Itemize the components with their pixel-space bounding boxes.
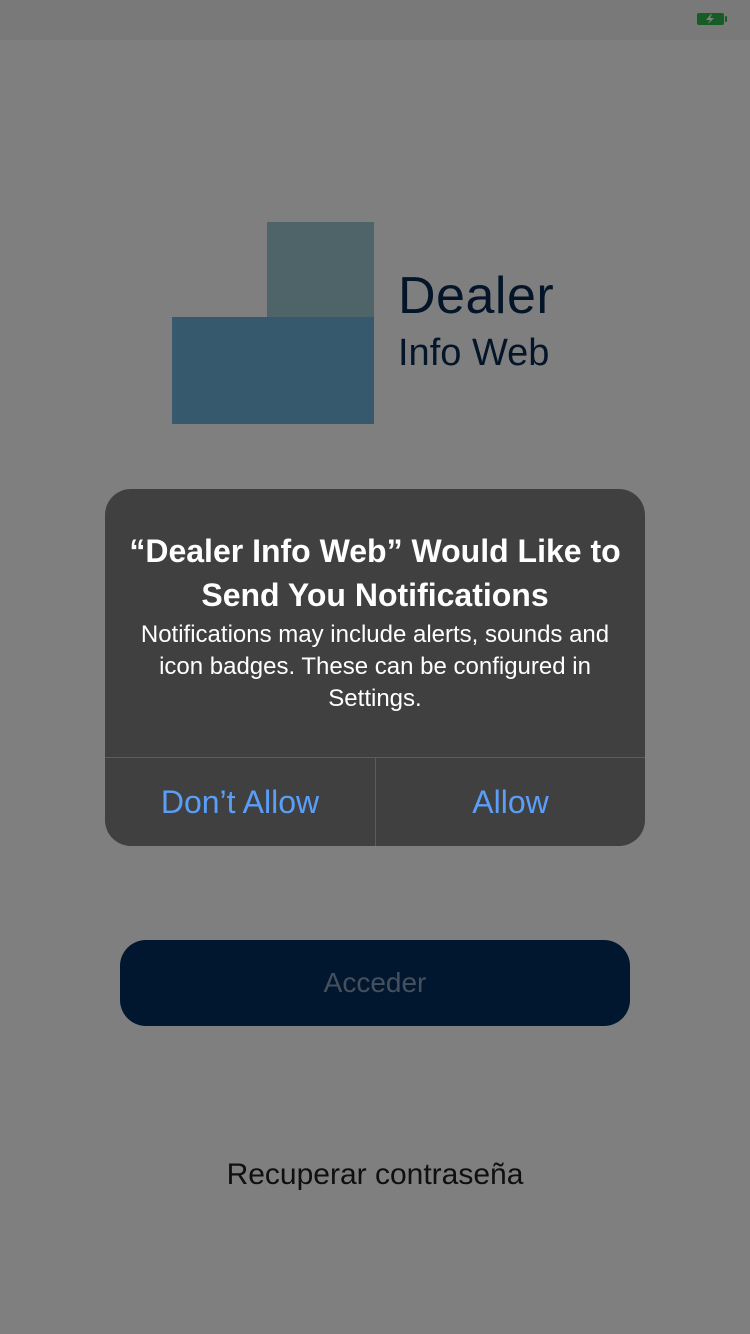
- alert-message: Notifications may include alerts, sounds…: [140, 621, 610, 712]
- alert-title: “Dealer Info Web” Would Like to Send You…: [129, 533, 621, 613]
- dont-allow-button[interactable]: Don’t Allow: [105, 758, 375, 846]
- allow-button[interactable]: Allow: [376, 758, 645, 846]
- notification-permission-alert: “Dealer Info Web” Would Like to Send You…: [105, 489, 645, 846]
